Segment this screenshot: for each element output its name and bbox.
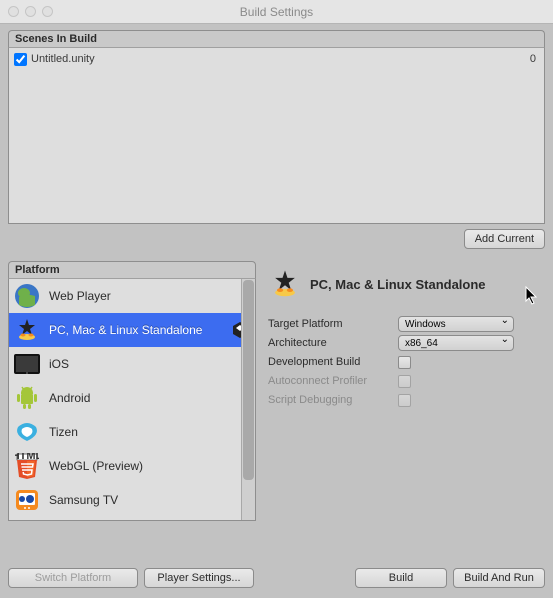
opt-label-dev: Development Build: [268, 356, 398, 368]
web-player-icon: [13, 282, 41, 310]
scenes-header: Scenes In Build: [8, 30, 545, 48]
development-build-checkbox[interactable]: [398, 356, 411, 369]
close-icon[interactable]: [8, 6, 19, 17]
platform-label: Web Player: [49, 289, 249, 303]
opt-label-target: Target Platform: [268, 318, 398, 330]
platform-item-tizen[interactable]: Tizen: [9, 415, 255, 449]
platform-item-android[interactable]: Android: [9, 381, 255, 415]
lower-area: Platform Web Player PC, Mac & Linux Stan…: [8, 261, 545, 521]
platform-item-samsungtv[interactable]: Samsung TV: [9, 483, 255, 517]
script-debugging-checkbox: [398, 394, 411, 407]
platform-item-web[interactable]: Web Player: [9, 279, 255, 313]
tizen-icon: [13, 418, 41, 446]
platform-header: Platform: [8, 261, 256, 279]
minimize-icon[interactable]: [25, 6, 36, 17]
autoconnect-profiler-checkbox: [398, 375, 411, 388]
platform-scrollbar[interactable]: [241, 279, 255, 520]
platform-label: PC, Mac & Linux Standalone: [49, 323, 223, 337]
platform-item-standalone[interactable]: PC, Mac & Linux Standalone: [9, 313, 255, 347]
platform-item-webgl[interactable]: HTML WebGL (Preview): [9, 449, 255, 483]
opt-label-scriptdbg: Script Debugging: [268, 394, 398, 406]
platform-label: WebGL (Preview): [49, 459, 249, 473]
zoom-icon[interactable]: [42, 6, 53, 17]
add-current-button[interactable]: Add Current: [464, 229, 545, 249]
platform-label: Tizen: [49, 425, 249, 439]
opt-label-profiler: Autoconnect Profiler: [268, 375, 398, 387]
scenes-panel: Scenes In Build Untitled.unity 0: [8, 30, 545, 224]
scenes-buttons: Add Current: [0, 229, 545, 249]
ios-icon: [13, 350, 41, 378]
platform-item-ios[interactable]: iOS: [9, 347, 255, 381]
samsungtv-icon: [13, 486, 41, 514]
opt-label-arch: Architecture: [268, 337, 398, 349]
scene-row[interactable]: Untitled.unity 0: [14, 51, 539, 67]
platform-panel: Platform Web Player PC, Mac & Linux Stan…: [8, 261, 256, 521]
standalone-icon: [268, 267, 302, 301]
scene-index: 0: [530, 53, 536, 65]
standalone-icon: [13, 316, 41, 344]
titlebar: Build Settings: [0, 0, 553, 24]
architecture-dropdown[interactable]: x86_64: [398, 335, 514, 351]
bottom-buttons: Switch Platform Player Settings... Build…: [8, 568, 545, 588]
window-controls: [0, 6, 53, 17]
scenes-list[interactable]: Untitled.unity 0: [8, 48, 545, 224]
scene-checkbox[interactable]: [14, 53, 27, 66]
target-platform-dropdown[interactable]: Windows: [398, 316, 514, 332]
player-settings-button[interactable]: Player Settings...: [144, 568, 254, 588]
webgl-icon: HTML: [13, 452, 41, 480]
scene-name: Untitled.unity: [31, 53, 530, 65]
platform-label: iOS: [49, 357, 249, 371]
platform-label: Samsung TV: [49, 493, 249, 507]
platform-options: PC, Mac & Linux Standalone Target Platfo…: [268, 261, 545, 521]
scrollbar-thumb[interactable]: [243, 280, 254, 480]
current-platform-title: PC, Mac & Linux Standalone: [310, 277, 486, 292]
android-icon: [13, 384, 41, 412]
build-and-run-button[interactable]: Build And Run: [453, 568, 545, 588]
switch-platform-button[interactable]: Switch Platform: [8, 568, 138, 588]
platform-label: Android: [49, 391, 249, 405]
platform-list[interactable]: Web Player PC, Mac & Linux Standalone iO…: [8, 279, 256, 521]
window-title: Build Settings: [0, 5, 553, 19]
build-button[interactable]: Build: [355, 568, 447, 588]
